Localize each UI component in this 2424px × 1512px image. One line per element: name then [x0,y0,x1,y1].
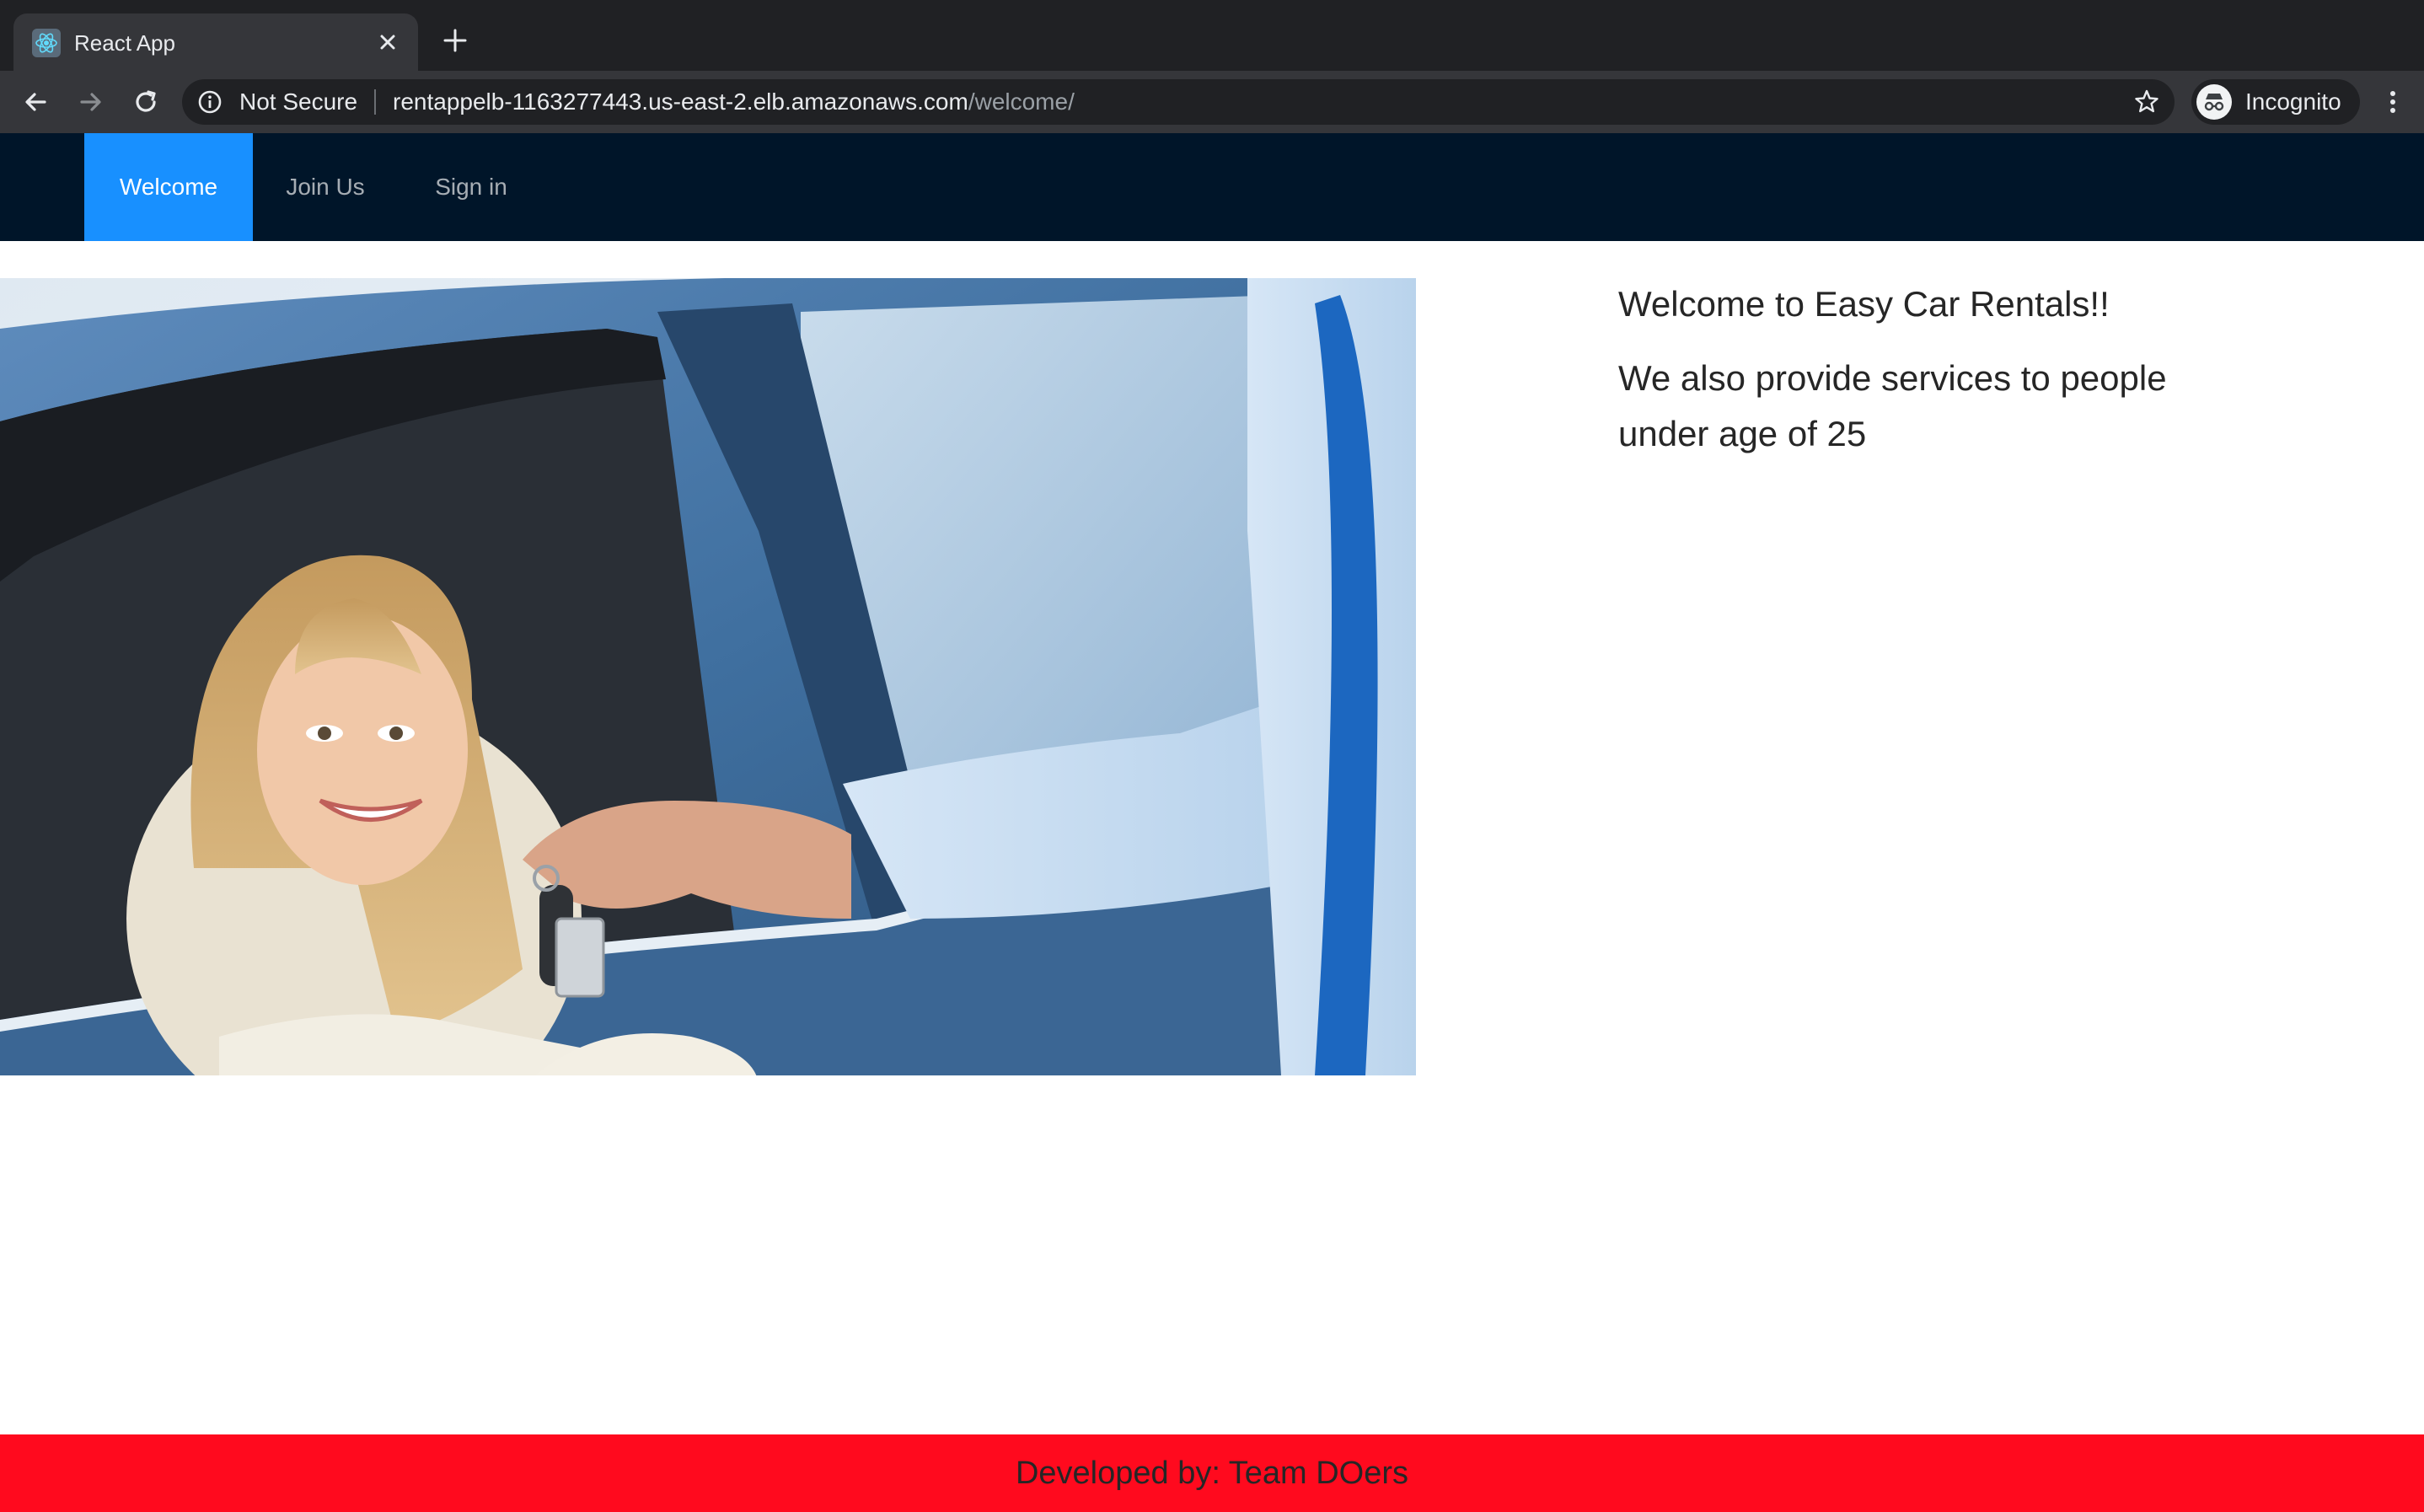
car-rental-photo [0,278,1416,1075]
browser-toolbar: Not Secure rentappelb-1163277443.us-east… [0,71,2424,133]
more-menu-icon[interactable] [2375,84,2411,120]
profile-label: Incognito [2245,88,2341,115]
address-bar[interactable]: Not Secure rentappelb-1163277443.us-east… [182,79,2175,125]
close-tab-icon[interactable] [373,27,403,57]
nav-item-sign-in[interactable]: Sign in [415,133,528,241]
welcome-subtext: We also provide services to people under… [1618,358,2167,453]
welcome-heading: Welcome to Easy Car Rentals!! [1618,284,2110,324]
url-host: rentappelb-1163277443.us-east-2.elb.amaz… [393,88,968,115]
url-text[interactable]: rentappelb-1163277443.us-east-2.elb.amaz… [393,89,1075,115]
forward-arrow-icon[interactable] [72,84,108,120]
bookmark-star-icon[interactable] [2132,88,2161,116]
footer-text: Developed by: Team DOers [1015,1456,1409,1491]
new-tab-icon[interactable] [438,24,472,57]
react-logo-icon [32,29,61,57]
incognito-icon [2196,84,2232,120]
main-navigation: Welcome Join Us Sign in [0,133,2424,241]
url-path: /welcome/ [968,88,1075,115]
page-footer: Developed by: Team DOers [0,1434,2424,1512]
hero-image [0,278,1416,1075]
security-status-label[interactable]: Not Secure [239,89,357,115]
address-bar-divider [374,89,376,115]
tab-title: React App [74,30,175,56]
browser-tab-strip: React App [0,0,2424,71]
reload-icon[interactable] [128,84,164,120]
nav-item-join-us[interactable]: Join Us [261,133,389,241]
welcome-text-block: Welcome to Easy Car Rentals!! We also pr… [1618,276,2225,480]
info-icon[interactable] [197,89,223,115]
nav-item-welcome[interactable]: Welcome [84,133,253,241]
back-arrow-icon[interactable] [19,84,54,120]
incognito-profile-button[interactable]: Incognito [2191,79,2360,125]
browser-tab[interactable]: React App [13,13,418,71]
